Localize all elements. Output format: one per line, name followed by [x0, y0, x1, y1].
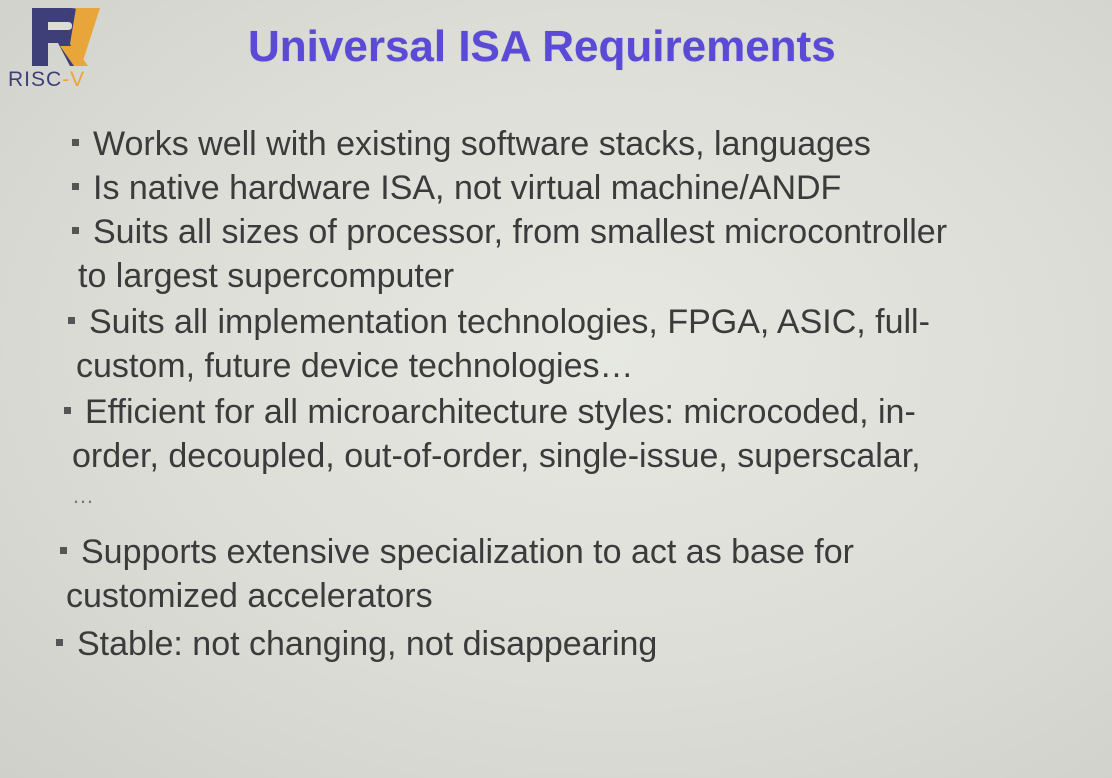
bullet-item: Stable: not changing, not disappearing — [56, 622, 657, 666]
bullet-item: Suits all implementation technologies, F… — [68, 300, 930, 388]
bullet-marker — [68, 316, 75, 324]
bullet-marker — [64, 406, 71, 414]
bullet-text: Suits all implementation technologies, F… — [89, 303, 930, 341]
risc-v-logo: RISC-V — [8, 6, 120, 92]
bullet-text-continued: to largest supercomputer — [78, 257, 455, 295]
slide: RISC-V Universal ISA Requirements Works … — [0, 0, 1112, 778]
bullet-item: Suits all sizes of processor, from small… — [72, 210, 947, 298]
bullet-marker — [72, 226, 79, 234]
logo-wordmark: RISC-V — [8, 68, 85, 92]
bullet-marker — [72, 182, 79, 190]
bullet-marker — [56, 638, 63, 646]
logo-text-v: -V — [62, 68, 86, 91]
bullet-item: Efficient for all microarchitecture styl… — [64, 390, 921, 514]
bullet-item: Works well with existing software stacks… — [72, 122, 871, 166]
bullet-text: Stable: not changing, not disappearing — [77, 625, 658, 663]
logo-text-risc: RISC — [8, 68, 63, 91]
bullet-text: Suits all sizes of processor, from small… — [93, 213, 948, 251]
bullet-text-continued: customized accelerators — [66, 577, 433, 615]
bullet-marker — [60, 546, 67, 554]
risc-v-logo-icon — [32, 8, 100, 66]
bullet-text-continued: order, decoupled, out-of-order, single-i… — [72, 437, 921, 475]
bullet-text: Efficient for all microarchitecture styl… — [85, 393, 916, 431]
bullet-text: Is native hardware ISA, not virtual mach… — [93, 169, 842, 207]
slide-title: Universal ISA Requirements — [248, 22, 836, 71]
bullet-text: Works well with existing software stacks… — [93, 125, 871, 163]
bullet-text-continued: custom, future device technologies… — [76, 347, 634, 385]
bullet-marker — [72, 138, 79, 146]
bullet-text-ellipsis: … — [72, 483, 94, 508]
bullet-text: Supports extensive specialization to act… — [81, 533, 854, 571]
bullet-item: Supports extensive specialization to act… — [60, 530, 854, 618]
bullet-item: Is native hardware ISA, not virtual mach… — [72, 166, 841, 210]
